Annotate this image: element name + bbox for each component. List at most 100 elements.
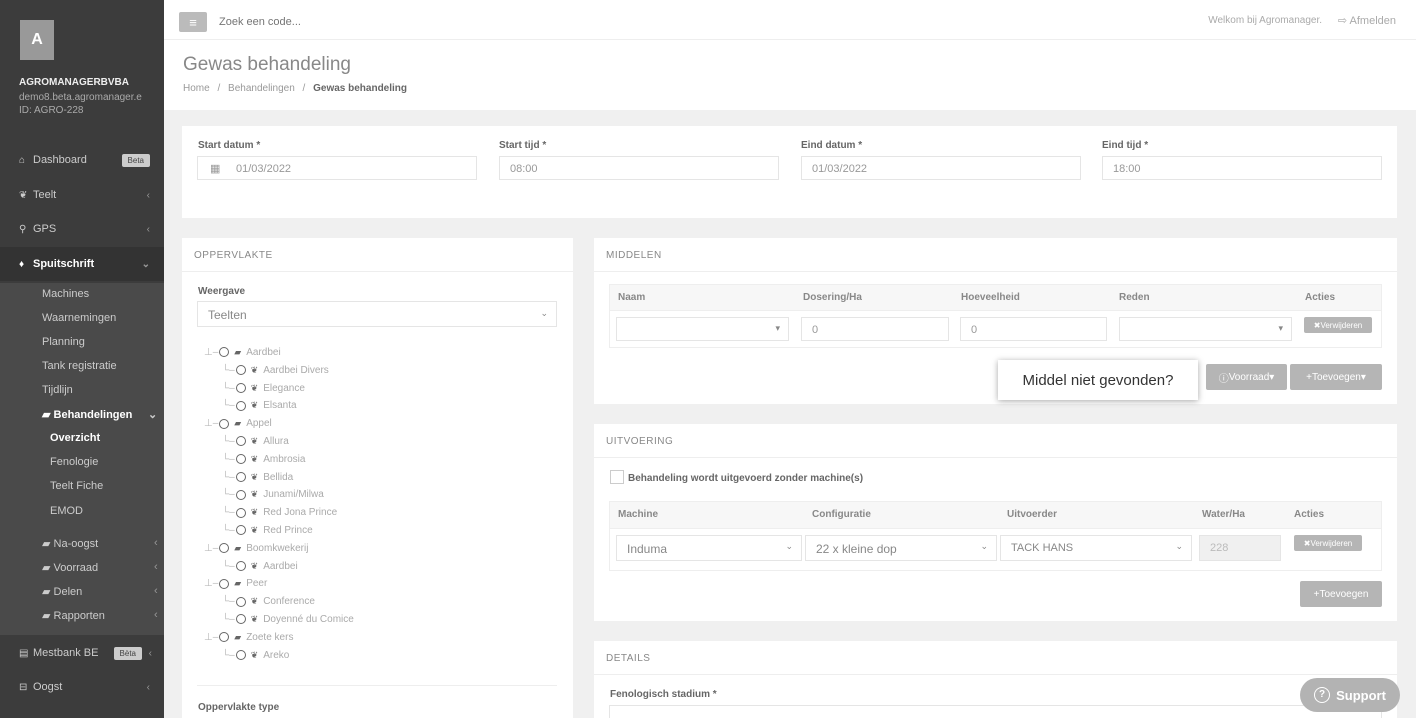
sidebar-subitem-behandelingen[interactable]: ▰ Behandelingen ⌄: [42, 408, 157, 421]
tree-connector: └–: [222, 525, 235, 536]
tree-group[interactable]: ⊥– ▰ Peer: [204, 578, 267, 589]
logout-link[interactable]: ⇨ Afmelden: [1338, 14, 1396, 27]
sidebar-subitem-waarnemingen[interactable]: Waarnemingen: [42, 312, 116, 324]
tree-leaf[interactable]: └– ❦ Elegance: [222, 383, 305, 394]
radio-circle-icon[interactable]: [235, 525, 246, 536]
tree-leaf[interactable]: └– ❦ Aardbei: [222, 561, 298, 572]
tree-leaf[interactable]: └– ❦ Red Prince: [222, 525, 313, 536]
sidebar-subitem-emod[interactable]: EMOD: [50, 505, 83, 517]
radio-circle-icon[interactable]: [219, 418, 230, 429]
radio-circle-icon[interactable]: [235, 436, 246, 447]
hoeveelheid-input[interactable]: 0: [960, 317, 1107, 341]
tree-leaf[interactable]: └– ❦ Bellida: [222, 472, 293, 483]
tree-leaf[interactable]: └– ❦ Red Jona Prince: [222, 507, 337, 518]
sidebar-subitem-delen[interactable]: ▰ Delen ‹: [42, 585, 158, 598]
sidebar-subitem-overzicht[interactable]: Overzicht: [50, 432, 100, 444]
tree-leaf[interactable]: └– ❦ Aardbei Divers: [222, 365, 329, 376]
naam-select[interactable]: ▾: [616, 317, 789, 341]
sidebar-item-dashboard[interactable]: ⌂ Dashboard Beta: [0, 143, 164, 177]
breadcrumb-behandelingen[interactable]: Behandelingen: [228, 83, 295, 94]
sidebar-item-label: Oogst: [33, 681, 63, 693]
menu-toggle-button[interactable]: ≡: [179, 12, 207, 32]
voorraad-button[interactable]: ⓘ Voorraad ▾: [1206, 364, 1287, 390]
start-time-field[interactable]: 08:00: [499, 156, 779, 180]
end-date-field[interactable]: 01/03/2022: [801, 156, 1081, 180]
sidebar-subitem-fenologie[interactable]: Fenologie: [50, 456, 98, 468]
tree-group[interactable]: ⊥– ▰ Aardbei: [204, 347, 281, 358]
radio-circle-icon[interactable]: [235, 596, 246, 607]
remove-middel-button[interactable]: ✖ Verwijderen: [1304, 317, 1372, 333]
oppervlakte-type-label: Oppervlakte type: [198, 702, 280, 713]
tree-group[interactable]: ⊥– ▰ Boomkwekerij: [204, 543, 308, 554]
tree-leaf[interactable]: └– ❦ Areko: [222, 650, 289, 661]
end-time-field[interactable]: 18:00: [1102, 156, 1382, 180]
start-date-field[interactable]: ▦ 01/03/2022: [197, 156, 477, 180]
sidebar-item-spuitschrift[interactable]: ♦ Spuitschrift ⌄: [0, 247, 164, 281]
sidebar-item-gps[interactable]: ⚲ GPS ‹: [0, 212, 164, 246]
toevoegen-middel-button[interactable]: + Toevoegen ▾: [1290, 364, 1382, 390]
drop-icon: ♦: [19, 258, 25, 270]
sign-out-icon: ⇨: [1337, 15, 1350, 27]
tree-connector: └–: [222, 560, 235, 572]
leaf-icon: ❦: [19, 189, 28, 201]
radio-circle-icon[interactable]: [235, 400, 246, 411]
water-input[interactable]: 228: [1199, 535, 1281, 561]
folder-icon: ▰: [42, 586, 54, 598]
sidebar-subitem-machines[interactable]: Machines: [42, 288, 89, 300]
radio-circle-icon[interactable]: [235, 471, 246, 482]
tree-leaf[interactable]: └– ❦ Junami/Milwa: [222, 489, 324, 500]
machine-select[interactable]: Induma ⌄: [616, 535, 802, 561]
no-machine-checkbox[interactable]: [610, 470, 624, 484]
tree-leaf[interactable]: └– ❦ Ambrosia: [222, 454, 305, 465]
sidebar-item-label: Teelt: [33, 189, 57, 201]
middel-niet-gevonden-tooltip[interactable]: Middel niet gevonden?: [998, 360, 1198, 400]
support-button[interactable]: ? Support: [1300, 678, 1400, 712]
sidebar-subitem-teelt-fiche[interactable]: Teelt Fiche: [50, 480, 103, 492]
chevron-left-icon: ‹: [154, 585, 158, 597]
sidebar-subitem-na-oogst[interactable]: ▰ Na-oogst ‹: [42, 537, 158, 550]
breadcrumb-separator: /: [217, 83, 221, 94]
radio-circle-icon[interactable]: [235, 560, 246, 571]
search-input[interactable]: [219, 12, 519, 32]
radio-circle-icon[interactable]: [235, 365, 246, 376]
tree-leaf[interactable]: └– ❦ Conference: [222, 596, 315, 607]
tree-connector: └–: [222, 364, 235, 376]
radio-circle-icon[interactable]: [235, 489, 246, 500]
sidebar-subitem-voorraad[interactable]: ▰ Voorraad ‹: [42, 561, 158, 574]
avatar[interactable]: A: [20, 20, 54, 60]
radio-circle-icon[interactable]: [235, 649, 246, 660]
uitvoerder-select[interactable]: TACK HANS ⌄: [1000, 535, 1192, 561]
radio-circle-icon[interactable]: [219, 543, 230, 554]
sidebar-subitem-rapporten[interactable]: ▰ Rapporten ‹: [42, 609, 158, 622]
sidebar-subitem-tijdlijn[interactable]: Tijdlijn: [42, 384, 73, 396]
reden-select[interactable]: ▾: [1119, 317, 1292, 341]
dosering-input[interactable]: 0: [801, 317, 949, 341]
sidebar-subitem-tank-registratie[interactable]: Tank registratie: [42, 360, 117, 372]
radio-circle-icon[interactable]: [235, 614, 246, 625]
radio-circle-icon[interactable]: [219, 347, 230, 358]
tree-leaf[interactable]: └– ❦ Elsanta: [222, 400, 297, 411]
breadcrumb-home[interactable]: Home: [183, 83, 210, 94]
leaf-icon: ❦: [250, 614, 259, 624]
org-name: AGROMANAGERBVBA: [19, 77, 129, 88]
sidebar-subitem-planning[interactable]: Planning: [42, 336, 85, 348]
leaf-icon: ❦: [250, 364, 259, 375]
radio-circle-icon[interactable]: [219, 578, 230, 589]
radio-circle-icon[interactable]: [235, 454, 246, 465]
radio-circle-icon[interactable]: [219, 632, 230, 643]
weergave-select[interactable]: Teelten ⌄: [197, 301, 557, 327]
tree-group[interactable]: ⊥– ▰ Appel: [204, 418, 272, 429]
sidebar-item-teelt[interactable]: ❦ Teelt ‹: [0, 178, 164, 212]
end-time-label: Eind tijd *: [1102, 140, 1149, 151]
tree-leaf[interactable]: └– ❦ Allura: [222, 436, 289, 447]
sidebar-item-oogst[interactable]: ⊟ Oogst ‹: [0, 670, 164, 704]
tree-leaf[interactable]: └– ❦ Doyenné du Comice: [222, 614, 354, 625]
remove-machine-button[interactable]: ✖ Verwijderen: [1294, 535, 1362, 551]
sidebar-item-mestbank[interactable]: ▤ Mestbank BE Bèta ‹: [0, 636, 164, 670]
tree-group[interactable]: ⊥– ▰ Zoete kers: [204, 632, 293, 643]
radio-circle-icon[interactable]: [235, 382, 246, 393]
configuratie-select[interactable]: 22 x kleine dop ⌄: [805, 535, 997, 561]
toevoegen-machine-button[interactable]: + Toevoegen: [1300, 581, 1382, 607]
radio-circle-icon[interactable]: [235, 507, 246, 518]
fenologisch-select[interactable]: [609, 705, 1382, 718]
